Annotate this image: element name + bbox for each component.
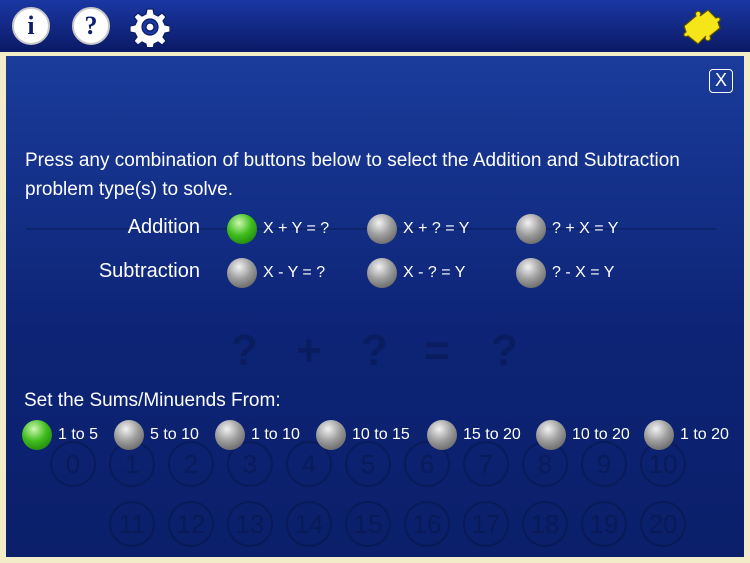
help-icon: ?: [84, 11, 98, 40]
ghost-number: 19: [581, 501, 627, 547]
option-label: X + Y = ?: [263, 220, 330, 237]
range-option[interactable]: 1 to 20: [644, 420, 729, 450]
option-label: ? + X = Y: [552, 220, 619, 237]
ghost-eq-5: ?: [491, 326, 518, 375]
addition-label: Addition: [127, 216, 200, 238]
radio-ball[interactable]: [536, 420, 566, 450]
radio-ball[interactable]: [367, 258, 397, 288]
radio-ball[interactable]: [427, 420, 457, 450]
range-option[interactable]: 10 to 15: [316, 420, 410, 450]
ghost-number: 15: [345, 501, 391, 547]
help-button[interactable]: ?: [72, 7, 110, 45]
ghost-number: 12: [168, 501, 214, 547]
close-button[interactable]: X: [709, 69, 733, 93]
subtraction-option[interactable]: X - Y = ?: [227, 258, 325, 288]
subtraction-option[interactable]: X - ? = Y: [367, 258, 465, 288]
ghost-number: 13: [227, 501, 273, 547]
ghost-number: 20: [640, 501, 686, 547]
option-label: X - ? = Y: [403, 264, 466, 281]
range-option[interactable]: 15 to 20: [427, 420, 521, 450]
radio-ball[interactable]: [367, 214, 397, 244]
ghost-eq-1: ?: [231, 326, 258, 375]
ghost-eq-2: +: [296, 326, 322, 375]
top-toolbar: i ?: [0, 0, 750, 52]
ghost-eq-4: =: [424, 326, 450, 375]
ghost-number: 16: [404, 501, 450, 547]
option-label: X - Y = ?: [263, 264, 326, 281]
radio-ball-selected[interactable]: [22, 420, 52, 450]
ghost-number: 18: [522, 501, 568, 547]
radio-ball[interactable]: [516, 214, 546, 244]
range-label: 1 to 10: [251, 426, 300, 443]
instructions-text: Press any combination of buttons below t…: [25, 150, 680, 200]
radio-ball[interactable]: [316, 420, 346, 450]
addition-option[interactable]: ? + X = Y: [516, 214, 618, 244]
dialog-frame: ? + ? = ? 0 1 2 3 4 5 6 7 8 9 10 11 12 1…: [0, 52, 750, 563]
radio-ball[interactable]: [114, 420, 144, 450]
ghost-number: 17: [463, 501, 509, 547]
range-label: 1 to 20: [680, 426, 729, 443]
range-label: 10 to 15: [352, 426, 410, 443]
puzzle-icon[interactable]: [678, 8, 722, 46]
addition-option[interactable]: X + ? = Y: [367, 214, 469, 244]
addition-option[interactable]: X + Y = ?: [227, 214, 329, 244]
sums-label: Set the Sums/Minuends From:: [24, 390, 281, 411]
range-label: 10 to 20: [572, 426, 630, 443]
range-option[interactable]: 1 to 10: [215, 420, 300, 450]
info-icon: i: [27, 11, 35, 40]
ghost-number: 14: [286, 501, 332, 547]
ghost-number: 11: [109, 501, 155, 547]
option-label: X + ? = Y: [403, 220, 470, 237]
radio-ball[interactable]: [227, 258, 257, 288]
close-icon: X: [714, 70, 727, 90]
info-button[interactable]: i: [12, 7, 50, 45]
radio-ball-selected[interactable]: [227, 214, 257, 244]
radio-ball[interactable]: [644, 420, 674, 450]
range-label: 15 to 20: [463, 426, 521, 443]
settings-dialog: ? + ? = ? 0 1 2 3 4 5 6 7 8 9 10 11 12 1…: [6, 56, 744, 557]
gear-icon[interactable]: [130, 7, 170, 47]
radio-ball[interactable]: [215, 420, 245, 450]
range-option[interactable]: 5 to 10: [114, 420, 199, 450]
subtraction-label: Subtraction: [98, 260, 200, 282]
range-label: 5 to 10: [150, 426, 199, 443]
option-label: ? - X = Y: [552, 264, 615, 281]
radio-ball[interactable]: [516, 258, 546, 288]
range-option[interactable]: 10 to 20: [536, 420, 630, 450]
subtraction-option[interactable]: ? - X = Y: [516, 258, 614, 288]
range-label: 1 to 5: [58, 426, 99, 443]
ghost-eq-3: ?: [361, 326, 388, 375]
range-option[interactable]: 1 to 5: [22, 420, 98, 450]
